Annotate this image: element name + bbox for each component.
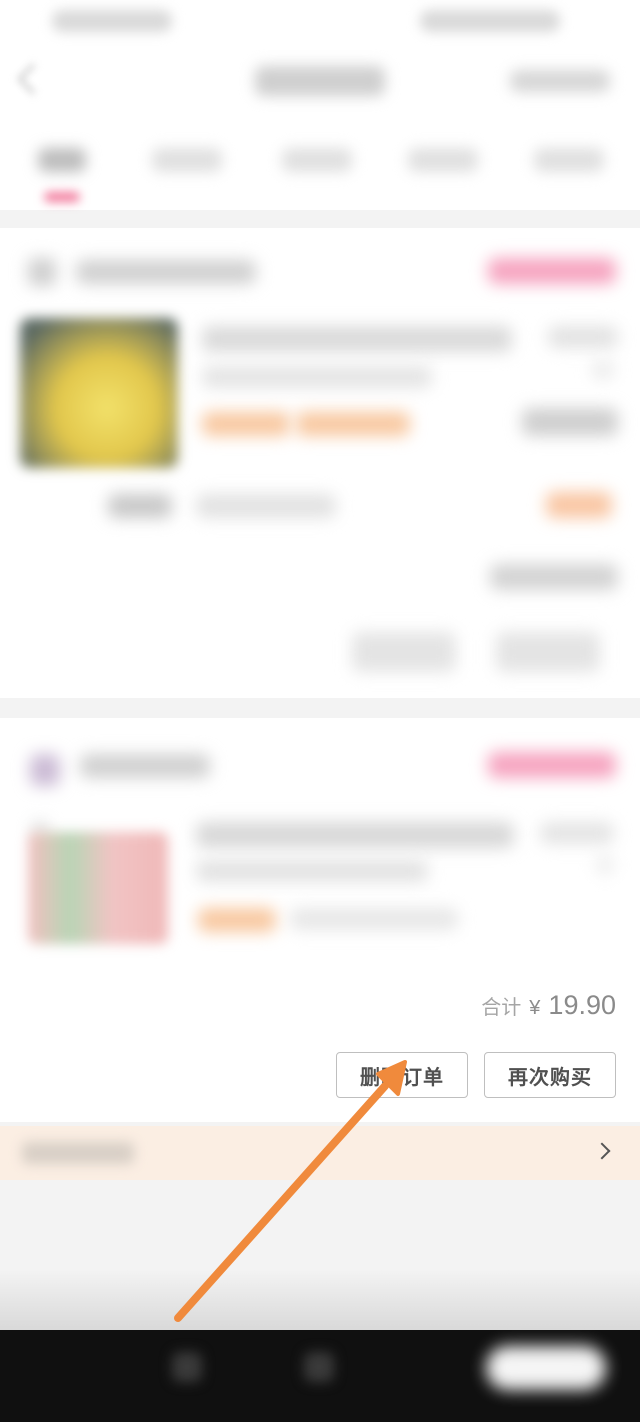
nav-button[interactable] xyxy=(304,1352,334,1382)
product-quantity xyxy=(592,360,614,380)
product-title xyxy=(196,822,514,848)
product-title xyxy=(202,326,512,352)
page-title xyxy=(255,66,385,96)
product-spec xyxy=(202,366,432,388)
empty-area xyxy=(0,1180,640,1330)
tab-2[interactable] xyxy=(152,148,222,172)
product-tag xyxy=(198,908,276,932)
product-tag xyxy=(296,412,410,436)
total-amount: 19.90 xyxy=(548,990,616,1020)
product-image[interactable] xyxy=(20,318,178,468)
tab-all[interactable] xyxy=(38,148,86,172)
delete-order-button[interactable]: 删除订单 xyxy=(336,1052,468,1098)
rebuy-button[interactable]: 再次购买 xyxy=(484,1052,616,1098)
product-tag xyxy=(202,412,290,436)
order-card-1 xyxy=(0,228,640,698)
status-bar xyxy=(0,0,640,42)
nav-button[interactable] xyxy=(486,1346,606,1390)
store-name[interactable] xyxy=(80,754,210,778)
store-name[interactable] xyxy=(76,260,256,284)
order-action-button[interactable] xyxy=(352,632,456,672)
tab-3[interactable] xyxy=(282,148,352,172)
store-icon xyxy=(30,754,60,786)
service-tag xyxy=(546,492,612,518)
status-bar-left xyxy=(52,10,172,32)
header-area xyxy=(0,0,640,210)
service-text xyxy=(196,494,336,518)
store-icon xyxy=(28,258,56,286)
nav-right-action[interactable] xyxy=(510,70,610,92)
order-action-button[interactable] xyxy=(496,632,600,672)
product-action[interactable] xyxy=(522,408,618,436)
order-tabs xyxy=(0,138,640,202)
product-image[interactable] xyxy=(28,832,168,944)
product-note xyxy=(290,908,458,930)
total-label: 合计 xyxy=(481,997,522,1019)
tab-4[interactable] xyxy=(408,148,478,172)
product-quantity xyxy=(596,856,614,874)
nav-bar xyxy=(0,50,640,112)
product-price xyxy=(540,822,614,844)
info-banner-text xyxy=(22,1142,134,1164)
tab-5[interactable] xyxy=(534,148,604,172)
nav-button[interactable] xyxy=(172,1352,202,1382)
active-tab-indicator xyxy=(44,192,80,202)
order-total xyxy=(490,564,618,590)
order-total: 合计 ¥ 19.90 xyxy=(481,990,616,1022)
chevron-right-icon xyxy=(593,1142,611,1160)
order-list-screen: 合计 ¥ 19.90 删除订单 再次购买 xyxy=(0,0,640,1422)
back-arrow-icon[interactable] xyxy=(17,63,49,95)
total-currency: ¥ xyxy=(529,997,541,1019)
order-card-2: 合计 ¥ 19.90 删除订单 再次购买 xyxy=(0,718,640,1122)
info-banner[interactable] xyxy=(0,1126,640,1180)
order-status xyxy=(488,752,616,778)
product-spec xyxy=(196,860,428,882)
product-price xyxy=(548,326,618,348)
order-status xyxy=(488,258,616,284)
system-navigation-bar xyxy=(0,1330,640,1422)
service-label xyxy=(108,494,172,518)
status-bar-right xyxy=(420,10,560,32)
